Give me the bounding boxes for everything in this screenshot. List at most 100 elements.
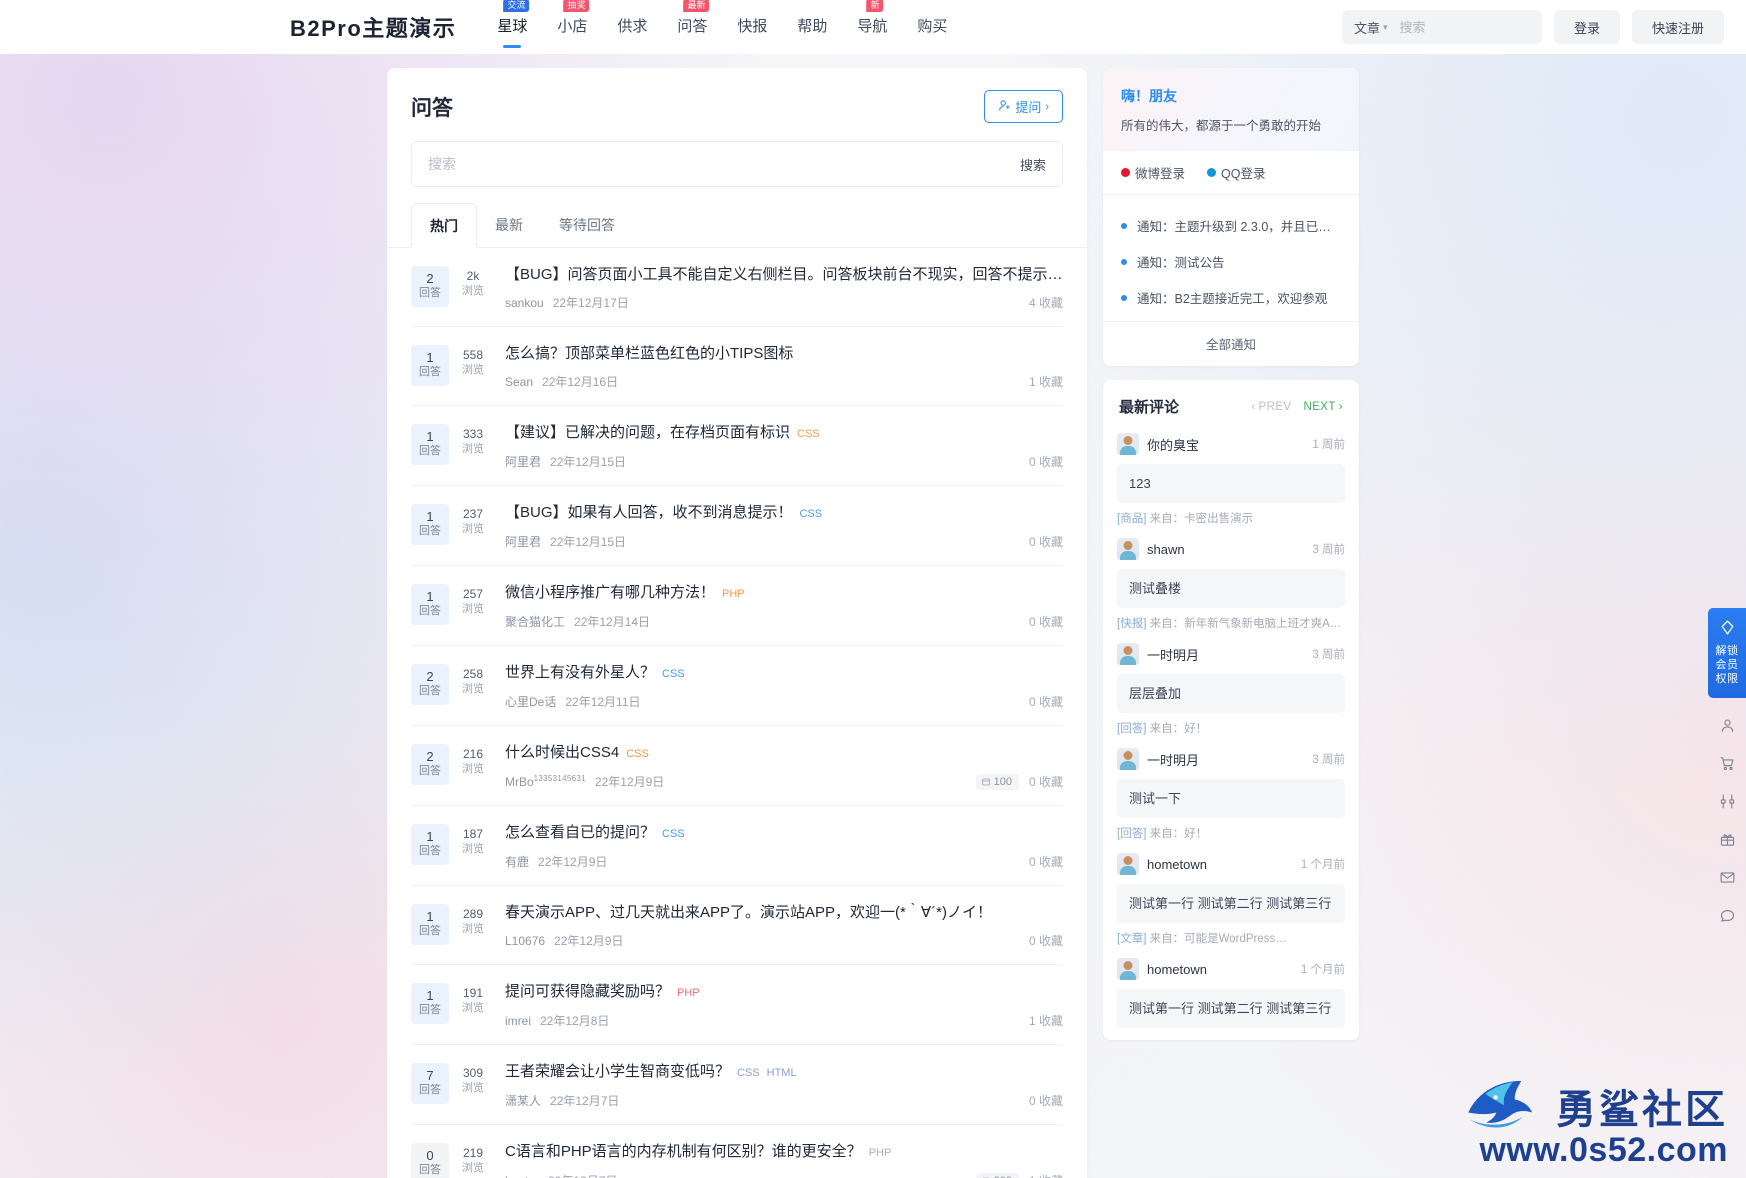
qa-search-bar[interactable]: 搜索 xyxy=(411,141,1063,187)
question-title[interactable]: 春天演示APP、过几天就出来APP了。演示站APP，欢迎一(*｀∀´*)ノイ！ xyxy=(505,903,1063,923)
question-title[interactable]: 王者荣耀会让小学生智商变低吗？ CSS HTML xyxy=(505,1062,1063,1083)
comment-author[interactable]: 一时明月 xyxy=(1147,750,1199,769)
notice-item[interactable]: 通知：测试公告 xyxy=(1121,245,1341,281)
table-row[interactable]: 1 回答 558 浏览 怎么搞？顶部菜单栏蓝色红色的小TIPS图标 Sean 2… xyxy=(411,327,1063,406)
site-brand[interactable]: B2Pro主题演示 xyxy=(290,11,456,43)
comment-author[interactable]: 一时明月 xyxy=(1147,645,1199,664)
question-tag[interactable]: CSS xyxy=(662,668,685,680)
question-title[interactable]: C语言和PHP语言的内存机制有何区别？谁的更安全？ PHP xyxy=(505,1142,1063,1163)
question-author[interactable]: L10676 xyxy=(505,934,545,948)
comment-author[interactable]: shawn xyxy=(1147,542,1185,557)
search-input[interactable] xyxy=(1387,19,1576,35)
nav-item-xiaodian[interactable]: 抽奖 小店 xyxy=(542,0,602,54)
comment-author[interactable]: hometown xyxy=(1147,962,1207,977)
table-row[interactable]: 1 回答 257 浏览 微信小程序推广有哪几种方法！ PHP 聚合猫化工 22年1… xyxy=(411,566,1063,646)
question-title[interactable]: 【BUG】如果有人回答，收不到消息提示！ CSS xyxy=(505,503,1063,524)
question-tag[interactable]: PHP xyxy=(677,987,700,999)
question-tag[interactable]: CSS xyxy=(800,508,823,520)
comment-source[interactable]: [回答] 来自：好！ xyxy=(1117,720,1345,736)
nav-item-daohang[interactable]: 新 导航 xyxy=(842,0,902,54)
header-search[interactable]: 文章 ▾ xyxy=(1341,10,1591,44)
mail-icon[interactable] xyxy=(1708,858,1746,896)
comment-author[interactable]: 你的臭宝 xyxy=(1147,435,1199,454)
notice-item[interactable]: 通知：B2主题接近完工，欢迎参观 xyxy=(1121,281,1341,317)
question-title[interactable]: 世界上有没有外星人？ CSS xyxy=(505,663,1063,684)
table-row[interactable]: 1 回答 237 浏览 【BUG】如果有人回答，收不到消息提示！ CSS 阿里君 … xyxy=(411,486,1063,566)
nav-item-gongqiu[interactable]: 供求 xyxy=(602,0,662,54)
nav-item-goumai[interactable]: 购买 xyxy=(902,0,962,54)
question-tag[interactable]: CSS xyxy=(662,828,685,840)
question-title[interactable]: 什么时候出CSS4 CSS xyxy=(505,743,1063,764)
question-author[interactable]: 阿里君 xyxy=(505,533,541,550)
cart-icon[interactable] xyxy=(1708,744,1746,782)
list-item[interactable]: shawn 3 周前 测试叠楼 [快报] 来自：新年新气象新电脑上班才爽AM… xyxy=(1117,538,1345,631)
nav-item-wenda[interactable]: 最新 问答 xyxy=(662,0,722,54)
list-item[interactable]: hometown 1 个月前 测试第一行 测试第二行 测试第三行 [文章] 来自… xyxy=(1117,853,1345,946)
tab-waiting[interactable]: 等待回答 xyxy=(541,203,633,247)
question-tag[interactable]: PHP xyxy=(722,588,745,600)
question-author[interactable]: 潇某人 xyxy=(505,1092,541,1109)
table-row[interactable]: 1 回答 187 浏览 怎么查看自已的提问？ CSS 有鹿 22年12月9日 0 … xyxy=(411,806,1063,886)
gift-icon[interactable] xyxy=(1708,820,1746,858)
question-author[interactable]: 有鹿 xyxy=(505,853,529,870)
user-icon[interactable] xyxy=(1708,706,1746,744)
comment-source[interactable]: [回答] 来自：好！ xyxy=(1117,825,1345,841)
comments-prev-button[interactable]: ‹ PREV xyxy=(1251,401,1291,413)
unlock-vip-button[interactable]: 解锁 会员 权限 xyxy=(1708,608,1746,698)
question-title[interactable]: 【建议】已解决的问题，在存档页面有标识 CSS xyxy=(505,423,1063,444)
question-author[interactable]: 阿里君 xyxy=(505,453,541,470)
qa-search-input[interactable] xyxy=(428,156,1008,172)
question-title[interactable]: 微信小程序推广有哪几种方法！ PHP xyxy=(505,583,1063,604)
question-author[interactable]: hunter xyxy=(505,1174,539,1178)
comment-source[interactable]: [文章] 来自：可能是WordPress… xyxy=(1117,930,1345,946)
chat-icon[interactable] xyxy=(1708,896,1746,934)
weibo-login-button[interactable]: 微博登录 xyxy=(1121,163,1185,182)
comment-source[interactable]: [快报] 来自：新年新气象新电脑上班才爽AM… xyxy=(1117,615,1345,631)
table-row[interactable]: 0 回答 219 浏览 C语言和PHP语言的内存机制有何区别？谁的更安全？ PHP… xyxy=(411,1125,1063,1178)
table-row[interactable]: 1 回答 191 浏览 提问可获得隐藏奖励吗？ PHP imrei 22年12月8… xyxy=(411,965,1063,1045)
table-row[interactable]: 1 回答 289 浏览 春天演示APP、过几天就出来APP了。演示站APP，欢迎… xyxy=(411,886,1063,965)
question-author[interactable]: sankou xyxy=(505,296,544,310)
table-row[interactable]: 7 回答 309 浏览 王者荣耀会让小学生智商变低吗？ CSS HTML 潇某人 2… xyxy=(411,1045,1063,1125)
register-button[interactable]: 快速注册 xyxy=(1631,10,1724,44)
question-title[interactable]: 提问可获得隐藏奖励吗？ PHP xyxy=(505,982,1063,1003)
question-tag[interactable]: CSS xyxy=(737,1067,760,1079)
question-author[interactable]: MrBo13353145631 xyxy=(505,774,586,789)
qa-search-button[interactable]: 搜索 xyxy=(1008,155,1046,174)
all-notices-link[interactable]: 全部通知 xyxy=(1103,321,1359,366)
question-tag[interactable]: CSS xyxy=(626,748,649,760)
tab-newest[interactable]: 最新 xyxy=(477,203,541,247)
question-author[interactable]: imrei xyxy=(505,1014,531,1028)
question-title[interactable]: 【BUG】问答页面小工具不能自定义右侧栏目。问答板块前台不现实，回答不提示。所… xyxy=(505,265,1063,285)
comment-author[interactable]: hometown xyxy=(1147,857,1207,872)
question-author[interactable]: 聚合猫化工 xyxy=(505,613,565,630)
search-category-dropdown[interactable]: 文章 ▾ xyxy=(1354,18,1388,37)
nav-item-kuaibao[interactable]: 快报 xyxy=(722,0,782,54)
list-item[interactable]: 你的臭宝 1 周前 123 [商品] 来自：卡密出售演示 xyxy=(1117,433,1345,526)
tab-hot[interactable]: 热门 xyxy=(411,203,477,248)
question-title[interactable]: 怎么查看自已的提问？ CSS xyxy=(505,823,1063,844)
comment-user-row: shawn 3 周前 xyxy=(1117,538,1345,560)
login-button[interactable]: 登录 xyxy=(1553,10,1620,44)
table-row[interactable]: 1 回答 333 浏览 【建议】已解决的问题，在存档页面有标识 CSS 阿里君 2… xyxy=(411,406,1063,486)
list-item[interactable]: 一时明月 3 周前 测试一下 [回答] 来自：好！ xyxy=(1117,748,1345,841)
question-title[interactable]: 怎么搞？顶部菜单栏蓝色红色的小TIPS图标 xyxy=(505,344,1063,364)
table-row[interactable]: 2 回答 2k 浏览 【BUG】问答页面小工具不能自定义右侧栏目。问答板块前台不… xyxy=(411,248,1063,327)
question-author[interactable]: Sean xyxy=(505,375,533,389)
list-item[interactable]: hometown 1 个月前 测试第一行 测试第二行 测试第三行 xyxy=(1117,958,1345,1028)
table-row[interactable]: 2 回答 258 浏览 世界上有没有外星人？ CSS 心里De话 22年12月11… xyxy=(411,646,1063,726)
ask-question-button[interactable]: 提问 › xyxy=(984,90,1063,123)
qq-login-button[interactable]: QQ登录 xyxy=(1207,163,1265,182)
list-item[interactable]: 一时明月 3 周前 层层叠加 [回答] 来自：好！ xyxy=(1117,643,1345,736)
question-author[interactable]: 心里De话 xyxy=(505,693,556,710)
comment-source[interactable]: [商品] 来自：卡密出售演示 xyxy=(1117,510,1345,526)
tools-icon[interactable] xyxy=(1708,782,1746,820)
comments-next-button[interactable]: NEXT › xyxy=(1303,401,1343,413)
question-tag[interactable]: CSS xyxy=(797,428,820,440)
nav-item-bangzhu[interactable]: 帮助 xyxy=(782,0,842,54)
table-row[interactable]: 2 回答 216 浏览 什么时候出CSS4 CSS MrBo13353145631… xyxy=(411,726,1063,806)
question-tag[interactable]: HTML xyxy=(767,1067,797,1079)
question-tag[interactable]: PHP xyxy=(869,1147,892,1159)
nav-item-xingqiu[interactable]: 交流 星球 xyxy=(482,0,542,54)
notice-item[interactable]: 通知：主题升级到 2.3.0，并且已经改… xyxy=(1121,209,1341,245)
